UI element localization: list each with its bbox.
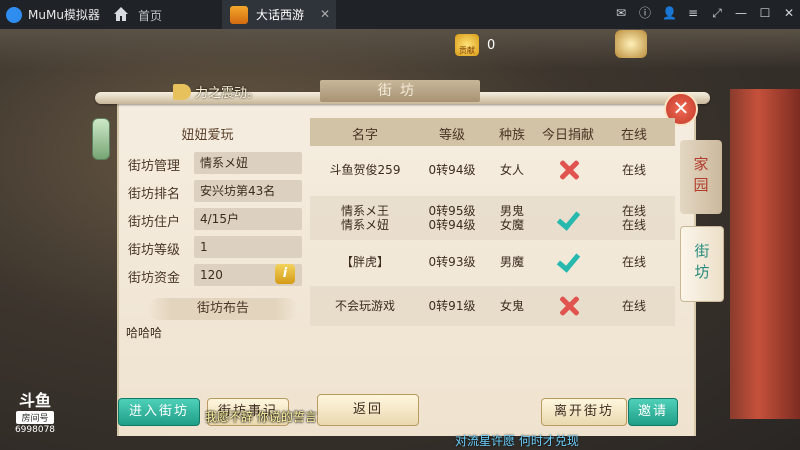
emulator-brand: MuMu模拟器 [6,6,100,23]
info-value: 安兴坊第43名 [194,180,302,202]
maximize-icon[interactable]: ☐ [758,6,772,20]
member-level: 0转94级 [428,163,476,177]
info-label: 街坊住户 [128,215,181,230]
menu-icon[interactable]: ≡ [686,6,700,20]
header-level: 等级 [438,128,465,143]
notice-banner: 力之震动。 [173,82,260,101]
stream-watermark: 斗鱼 房间号 6998078 [12,391,58,436]
app-name: MuMu模拟器 [28,8,100,22]
header-donation: 今日捐献 [541,128,594,143]
member-online: 在线 [621,255,646,269]
info-row-level: 街坊等级 1 [128,236,308,258]
info-label: 街坊管理 [128,159,181,174]
table-row[interactable]: 情系メ王 情系メ妞 0转95级 0转94级 男鬼 女魔 在线 在线 [310,196,675,240]
danmu-line: 对流星许愿 何时才兑现 [455,434,579,448]
member-name: 斗鱼贺俊259 [329,163,401,177]
close-window-icon[interactable]: ✕ [782,6,796,20]
info-row-residents: 街坊住户 4/15户 [128,208,308,230]
background-temple [730,89,800,419]
activity-badge-icon[interactable] [615,30,647,58]
member-name: 情系メ王 情系メ妞 [340,204,389,232]
background-rooftops [0,29,800,69]
info-row-manager: 街坊管理 情系メ妞 [128,152,308,174]
table-header: 名字 等级 种族 今日捐献 在线 [310,118,675,146]
home-tab-label[interactable]: 首页 [138,7,162,24]
game-tab[interactable]: 大话西游 ✕ [222,0,336,29]
info-label: 街坊资金 [128,271,181,286]
emulator-title-bar: MuMu模拟器 首页 大话西游 ✕ ✉ ⓘ 👤 ≡ ⤢ — ☐ ✕ [0,0,800,29]
window-controls: ✉ ⓘ 👤 ≡ ⤢ — ☐ ✕ [614,6,796,20]
lantern-icon [92,118,110,160]
tab-neighborhood[interactable]: 街坊 [680,226,724,302]
danmu-line: 我愿不辞 你说的誓言 [205,410,317,424]
member-race: 男鬼 女魔 [499,204,524,232]
game-tab-label: 大话西游 [256,8,305,22]
info-row-rank: 街坊排名 安兴坊第43名 [128,180,308,202]
invite-button[interactable]: 邀请 [628,398,678,426]
table-row[interactable]: 【胖虎】 0转93级 男魔 在线 [310,242,675,282]
info-label: 街坊等级 [128,243,181,258]
member-race: 女人 [499,163,524,177]
tab-home[interactable]: 家园 [680,140,722,214]
member-race: 女鬼 [499,299,524,313]
donated-check-icon [557,206,581,230]
mumu-logo-icon [6,6,22,23]
contribution-icon: 贡献 [455,34,479,56]
user-icon[interactable]: 👤 [662,6,677,20]
player-name: 妞妞爱玩 [181,128,234,143]
contribution-value: 0 [487,37,496,53]
member-level: 0转95级 0转94级 [428,204,476,232]
not-donated-icon [557,294,581,318]
bulletin-title: 街坊布告 [148,298,298,320]
table-row[interactable]: 斗鱼贺俊259 0转94级 女人 在线 [310,150,675,190]
home-icon[interactable] [112,5,130,23]
mail-icon[interactable]: ✉ [614,6,628,20]
member-race: 男魔 [499,255,524,269]
watermark-room-label: 房间号 [16,411,54,424]
not-donated-icon [557,158,581,182]
notice-text: 力之震动。 [195,86,261,101]
member-name: 不会玩游戏 [334,299,395,313]
table-row[interactable]: 不会玩游戏 0转91级 女鬼 在线 [310,286,675,326]
info-label: 街坊排名 [128,187,181,202]
header-race: 种族 [498,128,525,143]
member-online: 在线 [621,163,646,177]
funds-info-button[interactable]: i [275,264,295,284]
panel-title: 街坊 [320,80,480,102]
header-name: 名字 [351,128,378,143]
donated-check-icon [557,248,581,272]
minimize-icon[interactable]: — [734,6,748,20]
bulletin-text: 哈哈哈 [126,326,163,340]
watermark-brand: 斗鱼 [18,391,51,410]
enter-neighborhood-button[interactable]: 进入街坊 [118,398,200,426]
header-online: 在线 [620,128,647,143]
info-value: 4/15户 [194,208,302,230]
back-button[interactable]: 返回 [317,394,419,426]
watermark-room-number: 6998078 [14,425,56,435]
horn-icon [173,83,191,100]
member-online: 在线 [621,299,646,313]
info-value: 1 [194,236,302,258]
contribution-counter: 贡献 0 [455,34,495,56]
member-online: 在线 在线 [621,204,646,232]
member-level: 0转93级 [428,255,476,269]
fullscreen-icon[interactable]: ⤢ [710,6,724,20]
member-level: 0转91级 [428,299,476,313]
info-value: 情系メ妞 [194,152,302,174]
info-icon[interactable]: ⓘ [638,6,652,20]
leave-neighborhood-button[interactable]: 离开街坊 [541,398,627,426]
tab-close-icon[interactable]: ✕ [320,7,330,21]
member-name: 【胖虎】 [340,255,389,269]
game-tab-icon [230,5,248,24]
